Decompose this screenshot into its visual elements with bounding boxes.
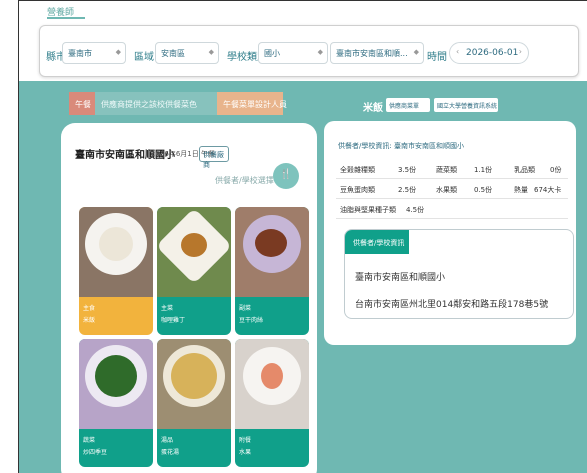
curry: [181, 233, 207, 257]
dish-type: 主食: [83, 305, 96, 312]
city-select[interactable]: 臺南市 ◆: [62, 42, 126, 64]
district-label: 區域: [134, 52, 154, 63]
row-divider: [336, 198, 568, 199]
fork-icon[interactable]: 🍴: [273, 163, 299, 189]
dish-type: 副菜: [239, 305, 252, 312]
school-type-select[interactable]: 國小 ◆: [258, 42, 328, 64]
fruit: [261, 363, 283, 389]
dish-card[interactable]: 附餐 水果: [235, 339, 309, 467]
date-value: 2026-06-01: [466, 48, 519, 58]
tofu-pork: [255, 229, 287, 257]
dish-photo: [235, 207, 309, 297]
dish-card[interactable]: 主菜 咖哩雞丁: [157, 207, 231, 335]
school-select[interactable]: 臺南市安南區和順... ◆: [330, 42, 424, 64]
dish-name: 咖哩雞丁: [161, 317, 186, 324]
dish-card[interactable]: 蔬菜 炒四季豆: [79, 339, 153, 467]
tab-menu-designer[interactable]: 午餐菜單設計人員: [217, 92, 287, 115]
filter-bar: 縣市 臺南市 ◆ 區域 安南區 ◆ 學校類別 國小 ◆ 臺南市安南區和順... …: [39, 25, 579, 77]
dish-type: 湯品: [161, 437, 174, 444]
nutrition-cell: 油脂與堅果種子類: [340, 206, 396, 214]
dish-photo: [79, 207, 153, 297]
supplier-info-head: 供餐者/學校資訊: [345, 230, 409, 254]
dish-photo: [157, 207, 231, 297]
menu-title: 米飯: [363, 103, 383, 114]
nutrition-cell: 熱量: [514, 186, 528, 194]
city-select-value: 臺南市: [68, 49, 92, 58]
nutrition-cell: 0.5份: [474, 186, 493, 194]
district-select[interactable]: 安南區 ◆: [155, 42, 219, 64]
egg-soup: [171, 353, 217, 399]
tab-supplier-dishes[interactable]: 供應商提供之該校供餐菜色: [95, 92, 217, 115]
dish-type: 附餐: [239, 437, 252, 444]
dish-type: 蔬菜: [83, 437, 96, 444]
dish-card[interactable]: 主食 米飯: [79, 207, 153, 335]
top-strip: 營養師: [19, 1, 587, 23]
nutrition-cell: 1.1份: [474, 166, 493, 174]
row-divider: [336, 178, 568, 179]
date-label: 時間: [427, 52, 447, 63]
district-select-value: 安南區: [161, 49, 185, 58]
tab-lunch[interactable]: 午餐: [69, 92, 95, 115]
dish-name: 蛋花湯: [161, 449, 180, 456]
page-frame: 營養師 縣市 臺南市 ◆ 區域 安南區 ◆ 學校類別 國小 ◆ 臺南市安南區和順…: [18, 0, 587, 473]
row-divider: [336, 218, 568, 219]
nutrition-cell: 乳品類: [514, 166, 535, 174]
nutrition-cell: 豆魚蛋肉類: [340, 186, 375, 194]
dish-photo: [79, 339, 153, 429]
nutrition-cell: 蔬菜類: [436, 166, 457, 174]
menu-header: 米飯 供應商菜單 國立大學營養資訊系統: [321, 91, 576, 119]
supplier-info-box: 供餐者/學校資訊 臺南市安南區和順國小 台南市安南區州北里014鄰安和路五段17…: [344, 229, 574, 319]
school-menu-panel: 臺南市安南區和順國小 2026年6月1日 午餐 供餐廠商 供餐者/學校選擇 🍴 …: [61, 123, 317, 473]
dish-type: 主菜: [161, 305, 174, 312]
dish-name: 米飯: [83, 317, 96, 324]
dish-card[interactable]: 湯品 蛋花湯: [157, 339, 231, 467]
dish-photo: [157, 339, 231, 429]
nutrition-cell: 2.5份: [398, 186, 417, 194]
green-beans: [95, 355, 137, 397]
menu-system-select[interactable]: 國立大學營養資訊系統: [434, 98, 498, 112]
dish-photo: [235, 339, 309, 429]
dish-name: 炒四季豆: [83, 449, 108, 456]
dish-name: 水果: [239, 449, 252, 456]
dish-name: 豆干肉絲: [239, 317, 264, 324]
school-select-value: 臺南市安南區和順...: [336, 49, 408, 58]
supplier-button[interactable]: 供餐廠商: [199, 146, 229, 169]
rice: [99, 227, 133, 261]
nutrition-cell: 4.5份: [406, 206, 425, 214]
top-underline: [47, 17, 85, 19]
chevron-down-icon: ◆: [208, 48, 214, 56]
nutrition-cell: 全穀雜糧類: [340, 166, 375, 174]
supplier-address: 台南市安南區州北里014鄰安和路五段178巷5號: [355, 300, 549, 310]
nutrition-cell: 水果類: [436, 186, 457, 194]
switch-label: 供餐者/學校選擇: [215, 176, 274, 185]
date-prev-button[interactable]: ‹: [456, 47, 459, 56]
date-picker[interactable]: ‹ 2026-06-01 ›: [449, 42, 529, 64]
nutrition-title: 供餐者/學校資訊: 臺南市安南區和順國小: [338, 142, 464, 150]
chevron-down-icon: ◆: [317, 48, 323, 56]
dish-card[interactable]: 副菜 豆干肉絲: [235, 207, 309, 335]
nutrition-cell: 3.5份: [398, 166, 417, 174]
date-next-button[interactable]: ›: [519, 47, 522, 56]
nutrition-cell: 0份: [550, 166, 562, 174]
menu-source-select[interactable]: 供應商菜單: [386, 98, 430, 112]
chevron-down-icon: ◆: [115, 48, 121, 56]
chevron-down-icon: ◆: [413, 48, 419, 56]
nutrition-cell: 674大卡: [534, 186, 562, 194]
school-type-select-value: 國小: [264, 49, 280, 58]
supplier-name: 臺南市安南區和順國小: [355, 273, 446, 283]
